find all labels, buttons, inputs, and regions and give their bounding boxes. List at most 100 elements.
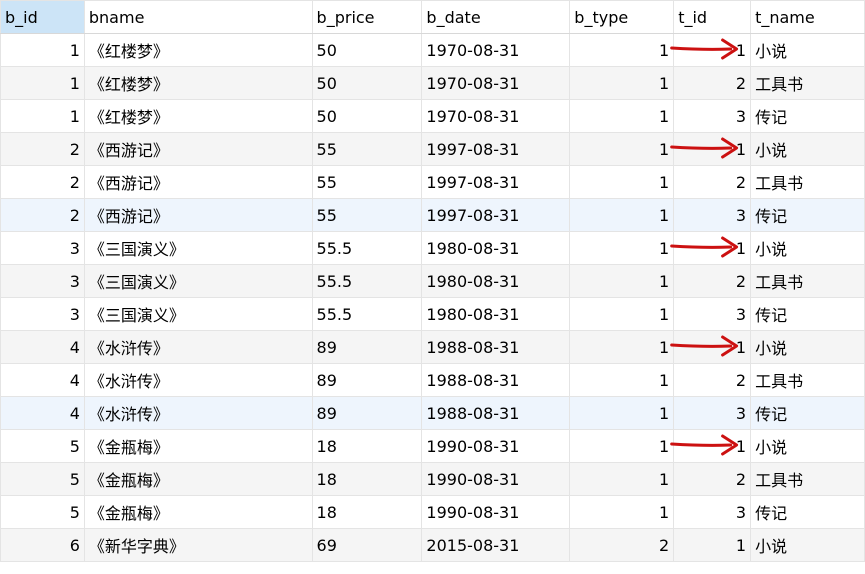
cell-t_name[interactable]: 小说	[750, 132, 865, 166]
cell-t_name[interactable]: 工具书	[750, 165, 865, 199]
table-row[interactable]: 4 《水浒传》 89 1988-08-31 1 2 工具书	[0, 363, 865, 397]
cell-t_name[interactable]: 传记	[750, 198, 865, 232]
cell-b_date[interactable]: 1990-08-31	[421, 462, 571, 496]
cell-t_name[interactable]: 工具书	[750, 363, 865, 397]
cell-b_id[interactable]: 2	[0, 132, 85, 166]
cell-b_price[interactable]: 18	[311, 429, 423, 463]
cell-b_type[interactable]: 1	[569, 165, 675, 199]
cell-b_type[interactable]: 1	[569, 99, 675, 133]
cell-b_price[interactable]: 89	[311, 363, 423, 397]
cell-t_id[interactable]: 2	[673, 462, 752, 496]
cell-b_date[interactable]: 1988-08-31	[421, 363, 571, 397]
cell-bname[interactable]: 《三国演义》	[83, 264, 313, 298]
column-header-bname[interactable]: bname	[83, 0, 313, 34]
table-row[interactable]: 2 《西游记》 55 1997-08-31 1 3 传记	[0, 198, 865, 232]
cell-b_date[interactable]: 1990-08-31	[421, 429, 571, 463]
cell-b_id[interactable]: 3	[0, 264, 85, 298]
cell-bname[interactable]: 《西游记》	[83, 198, 313, 232]
cell-b_type[interactable]: 1	[569, 330, 675, 364]
cell-b_type[interactable]: 1	[569, 231, 675, 265]
cell-b_type[interactable]: 1	[569, 132, 675, 166]
cell-bname[interactable]: 《红楼梦》	[83, 99, 313, 133]
cell-b_type[interactable]: 1	[569, 363, 675, 397]
cell-bname[interactable]: 《水浒传》	[83, 396, 313, 430]
cell-bname[interactable]: 《西游记》	[83, 132, 313, 166]
cell-b_date[interactable]: 1980-08-31	[421, 297, 571, 331]
cell-b_date[interactable]: 1990-08-31	[421, 495, 571, 529]
cell-b_id[interactable]: 1	[0, 66, 85, 100]
cell-bname[interactable]: 《水浒传》	[83, 363, 313, 397]
cell-b_type[interactable]: 1	[569, 198, 675, 232]
cell-t_name[interactable]: 小说	[750, 429, 865, 463]
cell-b_date[interactable]: 1980-08-31	[421, 264, 571, 298]
cell-t_name[interactable]: 传记	[750, 99, 865, 133]
table-row[interactable]: 5 《金瓶梅》 18 1990-08-31 1 2 工具书	[0, 462, 865, 496]
cell-b_price[interactable]: 55	[311, 132, 423, 166]
cell-b_price[interactable]: 55.5	[311, 297, 423, 331]
cell-b_id[interactable]: 1	[0, 99, 85, 133]
cell-b_id[interactable]: 5	[0, 462, 85, 496]
cell-b_date[interactable]: 1970-08-31	[421, 66, 571, 100]
cell-b_id[interactable]: 4	[0, 363, 85, 397]
column-header-b_price[interactable]: b_price	[311, 0, 423, 34]
cell-b_id[interactable]: 4	[0, 396, 85, 430]
column-header-t_name[interactable]: t_name	[750, 0, 865, 34]
cell-t_id[interactable]: 1	[673, 132, 752, 166]
cell-bname[interactable]: 《三国演义》	[83, 297, 313, 331]
table-row[interactable]: 1 《红楼梦》 50 1970-08-31 1 1 小说	[0, 33, 865, 67]
cell-b_price[interactable]: 50	[311, 66, 423, 100]
table-row[interactable]: 1 《红楼梦》 50 1970-08-31 1 3 传记	[0, 99, 865, 133]
cell-b_date[interactable]: 1997-08-31	[421, 198, 571, 232]
cell-b_price[interactable]: 89	[311, 330, 423, 364]
cell-b_price[interactable]: 18	[311, 495, 423, 529]
cell-b_id[interactable]: 4	[0, 330, 85, 364]
cell-t_id[interactable]: 3	[673, 396, 752, 430]
table-row[interactable]: 2 《西游记》 55 1997-08-31 1 2 工具书	[0, 165, 865, 199]
cell-bname[interactable]: 《金瓶梅》	[83, 495, 313, 529]
cell-b_id[interactable]: 6	[0, 528, 85, 562]
cell-b_price[interactable]: 18	[311, 462, 423, 496]
cell-t_id[interactable]: 2	[673, 66, 752, 100]
cell-bname[interactable]: 《红楼梦》	[83, 33, 313, 67]
cell-b_price[interactable]: 50	[311, 99, 423, 133]
table-row[interactable]: 5 《金瓶梅》 18 1990-08-31 1 1 小说	[0, 429, 865, 463]
cell-b_id[interactable]: 5	[0, 429, 85, 463]
cell-b_date[interactable]: 1970-08-31	[421, 33, 571, 67]
cell-t_name[interactable]: 工具书	[750, 462, 865, 496]
cell-b_id[interactable]: 3	[0, 231, 85, 265]
table-row[interactable]: 1 《红楼梦》 50 1970-08-31 1 2 工具书	[0, 66, 865, 100]
table-row[interactable]: 3 《三国演义》 55.5 1980-08-31 1 1 小说	[0, 231, 865, 265]
cell-t_name[interactable]: 传记	[750, 495, 865, 529]
cell-b_date[interactable]: 1988-08-31	[421, 396, 571, 430]
cell-b_price[interactable]: 55.5	[311, 264, 423, 298]
cell-bname[interactable]: 《金瓶梅》	[83, 429, 313, 463]
cell-t_id[interactable]: 1	[673, 429, 752, 463]
cell-b_type[interactable]: 1	[569, 66, 675, 100]
cell-bname[interactable]: 《金瓶梅》	[83, 462, 313, 496]
cell-t_name[interactable]: 小说	[750, 330, 865, 364]
table-row[interactable]: 3 《三国演义》 55.5 1980-08-31 1 2 工具书	[0, 264, 865, 298]
table-row[interactable]: 6 《新华字典》 69 2015-08-31 2 1 小说	[0, 528, 865, 562]
cell-b_price[interactable]: 55.5	[311, 231, 423, 265]
cell-b_date[interactable]: 1997-08-31	[421, 165, 571, 199]
cell-b_id[interactable]: 1	[0, 33, 85, 67]
table-row[interactable]: 3 《三国演义》 55.5 1980-08-31 1 3 传记	[0, 297, 865, 331]
cell-bname[interactable]: 《红楼梦》	[83, 66, 313, 100]
table-row[interactable]: 4 《水浒传》 89 1988-08-31 1 1 小说	[0, 330, 865, 364]
cell-bname[interactable]: 《西游记》	[83, 165, 313, 199]
cell-bname[interactable]: 《水浒传》	[83, 330, 313, 364]
cell-b_price[interactable]: 55	[311, 165, 423, 199]
table-row[interactable]: 4 《水浒传》 89 1988-08-31 1 3 传记	[0, 396, 865, 430]
cell-t_name[interactable]: 传记	[750, 297, 865, 331]
cell-b_price[interactable]: 55	[311, 198, 423, 232]
cell-b_type[interactable]: 1	[569, 396, 675, 430]
cell-bname[interactable]: 《新华字典》	[83, 528, 313, 562]
cell-b_type[interactable]: 2	[569, 528, 675, 562]
cell-t_name[interactable]: 工具书	[750, 66, 865, 100]
table-row[interactable]: 5 《金瓶梅》 18 1990-08-31 1 3 传记	[0, 495, 865, 529]
cell-b_type[interactable]: 1	[569, 429, 675, 463]
cell-t_id[interactable]: 2	[673, 264, 752, 298]
cell-b_date[interactable]: 1980-08-31	[421, 231, 571, 265]
cell-t_id[interactable]: 2	[673, 165, 752, 199]
cell-b_date[interactable]: 1970-08-31	[421, 99, 571, 133]
